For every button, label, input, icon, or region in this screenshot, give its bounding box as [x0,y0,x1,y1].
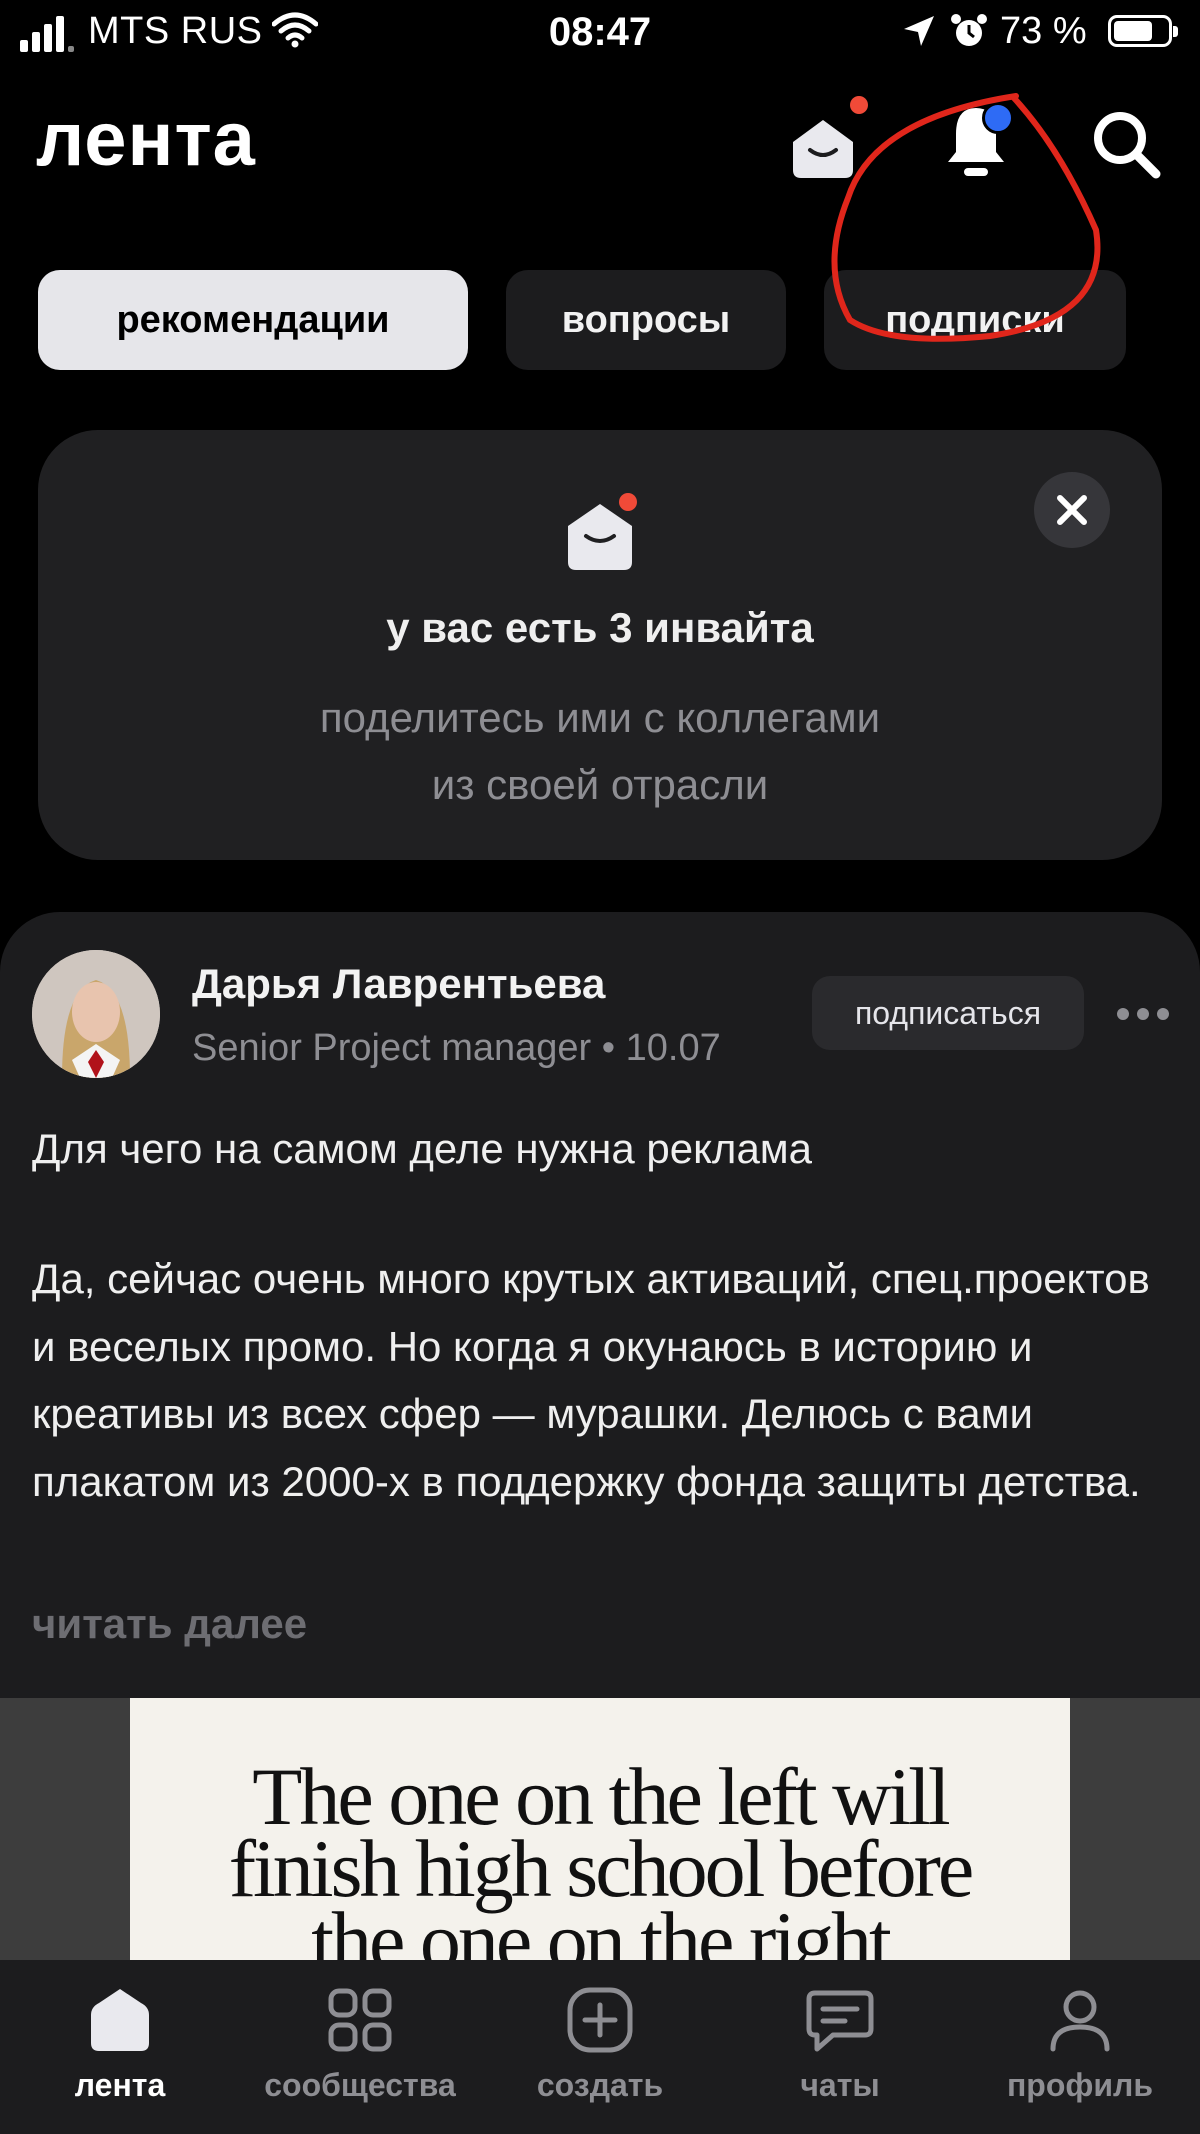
nav-create[interactable]: создать [490,1985,710,2125]
invite-subtitle-line1: поделитесь ими с коллегами [319,694,881,741]
location-arrow-icon [904,16,934,46]
poster-text-line3: the one on the right [311,1895,892,1961]
nav-feed-label: лента [74,2067,166,2103]
nav-communities[interactable]: сообщества [250,1985,470,2125]
invite-title: у вас есть 3 инвайта [386,604,814,651]
chat-icon [806,1990,874,2052]
author-avatar[interactable] [32,950,160,1078]
nav-communities-label: сообщества [264,2067,456,2103]
red-annotation-circle [831,93,1101,342]
post-image[interactable]: The one on the left will finish high sch… [0,1698,1200,1960]
invite-subtitle: поделитесь ими с коллегами из своей отра… [38,684,1162,818]
tab-questions[interactable]: вопросы [506,270,786,370]
tab-recommendations[interactable]: рекомендации [38,270,468,370]
nav-profile-label: профиль [1006,2067,1154,2103]
author-name[interactable]: Дарья Лаврентьева [192,960,605,1008]
meta-separator: • [601,1027,626,1069]
status-bar: MTS RUS 08:47 73 % [0,0,1200,66]
invite-envelope-icon [568,493,637,570]
grid-icon [328,1988,392,2052]
app-logo: лента [36,97,256,182]
post-title[interactable]: Для чего на самом деле нужна реклама [32,1125,812,1173]
nav-profile[interactable]: профиль [970,1985,1190,2125]
author-role: Senior Project manager [192,1027,592,1069]
battery-icon [1108,15,1178,47]
close-invite-button[interactable] [1034,472,1110,548]
profile-icon [1050,1990,1110,2052]
plus-square-icon [567,1987,633,2053]
nav-feed[interactable]: лента [10,1985,230,2125]
read-more-link[interactable]: читать далее [32,1600,307,1648]
alarm-icon [951,14,987,46]
post-body[interactable]: Да, сейчас очень много крутых активаций,… [32,1245,1172,1515]
post-date: 10.07 [625,1027,721,1069]
nav-chats-label: чаты [800,2067,880,2103]
more-options-icon[interactable] [1116,1004,1170,1024]
avatar-photo [32,950,160,1078]
close-icon [1057,495,1087,525]
nav-chats[interactable]: чаты [730,1985,950,2125]
subscribe-button[interactable]: подписаться [812,976,1084,1050]
invite-subtitle-line2: из своей отрасли [431,761,769,808]
home-icon [91,1989,149,2051]
nav-create-label: создать [536,2067,664,2103]
battery-percent: 73 % [1000,10,1087,52]
poster-image: The one on the left will finish high sch… [130,1698,1070,1960]
author-meta: Senior Project manager • 10.07 [192,1027,721,1070]
